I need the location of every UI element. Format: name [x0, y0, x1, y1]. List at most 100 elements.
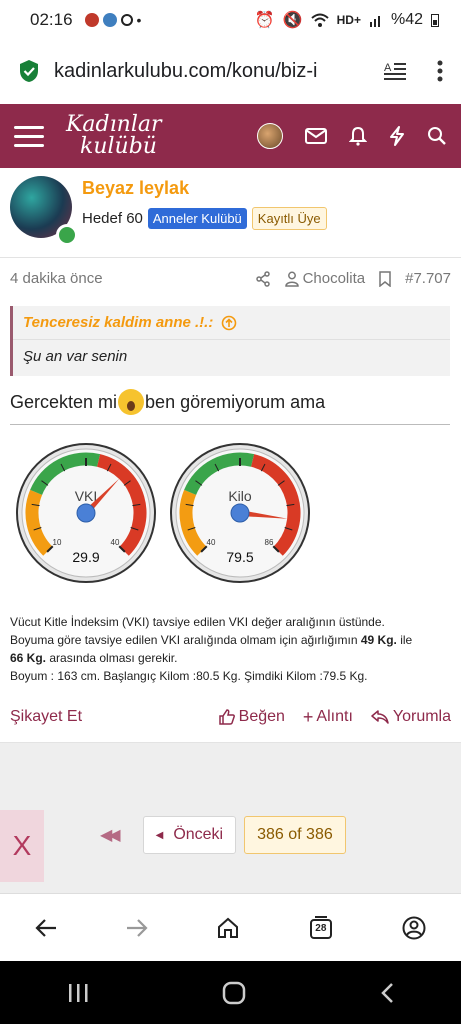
browser-url-bar: kadinlarkulubu.com/konu/biz-i A [0, 40, 461, 102]
gauge-label: Kilo [228, 488, 252, 504]
menu-icon[interactable] [14, 125, 44, 147]
url-text[interactable]: kadinlarkulubu.com/konu/biz-i [54, 60, 354, 83]
secure-lock-icon[interactable] [18, 59, 40, 83]
logo-line2: kulübü [80, 134, 157, 159]
gauge-hub [76, 503, 96, 523]
previous-page-button[interactable]: ◀ Önceki [142, 816, 237, 854]
app-notification-icon [84, 13, 99, 27]
bmi-line-1: Vücut Kitle İndeksim (VKI) tavsiye edile… [10, 615, 385, 629]
gauge-max-label: 86 [265, 538, 274, 547]
like-button[interactable]: Beğen [218, 707, 285, 728]
surprised-emoji-icon [118, 389, 145, 415]
arrow-up-circle-icon[interactable] [221, 315, 237, 331]
system-icons: ⏰ 🔇 HD+ %42 [255, 10, 439, 30]
gauge-min-label: 40 [207, 538, 216, 547]
post-time[interactable]: 4 dakika önce [10, 270, 103, 287]
pagination: ◀◀ ◀ Önceki 386 of 386 [100, 816, 346, 854]
back-arrow-icon[interactable] [35, 918, 57, 938]
status-dot: • [136, 12, 142, 28]
author-name[interactable]: Beyaz leylak [82, 178, 327, 199]
bmi-line-4: Boyum : 163 cm. Başlangıç Kilom :80.5 Kg… [10, 669, 368, 683]
bookmark-icon[interactable] [379, 270, 391, 287]
quote-block: Tenceresiz kaldim anne .!.: Şu an var se… [10, 306, 450, 376]
report-button[interactable]: Şikayet Et [10, 708, 82, 726]
recent-apps-icon[interactable] [67, 983, 89, 1003]
hd-icon: HD+ [336, 13, 361, 27]
quoted-user-name: Chocolita [302, 270, 366, 287]
search-icon[interactable] [427, 126, 447, 146]
reply-icon [371, 710, 389, 724]
tabs-button[interactable]: 28 [309, 915, 333, 940]
post-author-block: Beyaz leylak Hedef 60 Anneler Kulübü Kay… [0, 168, 461, 256]
quote-text: Şu an var senin [23, 348, 128, 365]
gauge-label: VKI [75, 488, 98, 504]
chevron-left-icon: ◀ [155, 829, 164, 841]
post-actions: Şikayet Et Beğen + Alıntı Yorumla [0, 700, 461, 734]
app-notification-icon [102, 13, 117, 27]
quote-author[interactable]: Tenceresiz kaldim anne .!.: [23, 314, 213, 331]
user-icon [284, 271, 299, 287]
mute-icon: 🔇 [282, 12, 303, 29]
gauge-min-label: 10 [53, 538, 62, 547]
notification-icons: • [84, 12, 142, 28]
quote-button[interactable]: + Alıntı [303, 707, 353, 728]
page-indicator[interactable]: 386 of 386 [244, 816, 346, 854]
logo-line1: Kadınlar [66, 112, 162, 137]
post-number[interactable]: #7.707 [405, 270, 451, 287]
bmi-description: Vücut Kitle İndeksim (VKI) tavsiye edile… [10, 613, 455, 685]
bmi-line-3: 66 Kg. arasında olması gerekir. [10, 649, 455, 667]
author-goal: Hedef 60 [82, 210, 143, 227]
author-avatar[interactable] [10, 176, 78, 246]
more-options-icon[interactable] [437, 60, 443, 82]
bolt-icon[interactable] [389, 126, 405, 146]
bmi-line-2a: Boyuma göre tavsiye edilen VKI aralığınd… [10, 633, 361, 647]
reply-label: Yorumla [392, 708, 451, 725]
back-button-icon[interactable] [380, 982, 394, 1004]
divider [10, 424, 450, 425]
post-meta-row: 4 dakika önce Chocolita #7.707 [0, 257, 461, 299]
opera-icon [120, 14, 133, 26]
like-label: Beğen [238, 708, 285, 725]
bmi-max-weight: 66 Kg. [10, 651, 47, 665]
bmi-line-2: Boyuma göre tavsiye edilen VKI aralığınd… [10, 631, 455, 649]
bmi-min-weight: 49 Kg. [360, 633, 397, 647]
bmi-line-2c: ile [396, 633, 413, 647]
account-avatar[interactable] [257, 123, 283, 149]
post-text-before: Gercekten mi [10, 391, 118, 412]
gauges: VKI 10 40 29.9 Kilo 40 86 79.5 [16, 443, 310, 583]
share-icon[interactable] [255, 270, 271, 287]
member-badge: Kayıtlı Üye [251, 207, 327, 230]
tab-count: 28 [315, 922, 327, 934]
gauge-max-label: 40 [111, 538, 120, 547]
status-time: 02:16 [30, 10, 73, 29]
gauge-value: 79.5 [226, 549, 253, 565]
gauge-value: 29.9 [72, 549, 99, 565]
quoted-user[interactable]: Chocolita [284, 270, 366, 287]
home-icon[interactable] [217, 917, 239, 939]
quote-label: Alıntı [316, 708, 353, 725]
site-logo[interactable]: Kadınlar kulübü [66, 114, 162, 158]
first-page-icon[interactable]: ◀◀ [100, 825, 121, 845]
gauge-hub [230, 503, 250, 523]
site-header: Kadınlar kulübü [0, 104, 461, 168]
wifi-icon [310, 13, 329, 27]
close-button[interactable]: X [0, 810, 44, 882]
signal-icon [369, 16, 380, 27]
battery-level: %42 [390, 11, 423, 28]
thumbs-up-icon [218, 709, 235, 725]
home-button-icon[interactable] [222, 981, 246, 1005]
bell-icon[interactable] [349, 126, 367, 146]
svg-text:A: A [384, 62, 392, 74]
reply-button[interactable]: Yorumla [371, 707, 451, 728]
bmi-line-3b: arasında olması gerekir. [46, 651, 178, 665]
messages-icon[interactable] [305, 128, 327, 144]
post-text-after: ben göremiyorum ama [145, 391, 326, 412]
group-badge: Anneler Kulübü [147, 208, 247, 229]
previous-label: Önceki [173, 826, 224, 843]
system-navigation [0, 961, 461, 1024]
forward-arrow-icon[interactable] [126, 918, 148, 938]
profile-icon[interactable] [402, 916, 426, 940]
reader-mode-icon[interactable]: A [383, 61, 407, 81]
status-bar: 02:16 • ⏰ 🔇 HD+ %42 [0, 0, 461, 40]
browser-toolbar: 28 [0, 893, 461, 961]
